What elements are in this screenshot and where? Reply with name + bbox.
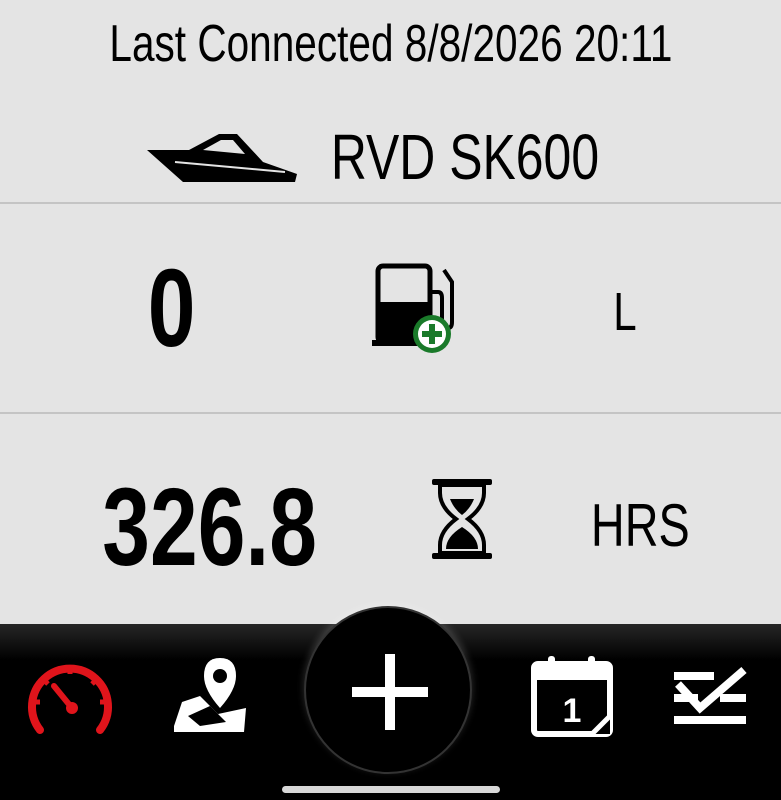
calendar-day: 1 (563, 692, 582, 730)
hours-unit: HRS (590, 492, 690, 559)
boat-icon (146, 134, 297, 182)
fuel-unit: L (613, 282, 637, 342)
map-pin-icon[interactable] (170, 656, 250, 734)
hours-row: 326.8 HRS (0, 415, 781, 627)
calendar-icon[interactable]: 1 (530, 654, 614, 738)
boat-name: RVD SK600 (330, 121, 599, 193)
fuel-row: 0 L (0, 204, 781, 412)
fuel-pump-add-icon[interactable] (372, 262, 460, 356)
speedometer-icon[interactable] (26, 656, 114, 736)
plus-icon (352, 654, 428, 730)
add-button[interactable] (304, 606, 472, 774)
header: Last Connected 8/8/2026 20:11 RVD SK600 (0, 0, 781, 202)
engine-hours-value: 326.8 (102, 466, 318, 589)
last-connected-text: Last Connected 8/8/2026 20:11 (108, 15, 673, 73)
hourglass-icon (432, 479, 492, 559)
boat-row[interactable]: RVD SK600 (0, 122, 781, 192)
home-indicator[interactable] (282, 786, 500, 793)
fuel-value: 0 (148, 247, 196, 370)
checklist-icon[interactable] (670, 666, 750, 730)
divider (0, 412, 781, 414)
